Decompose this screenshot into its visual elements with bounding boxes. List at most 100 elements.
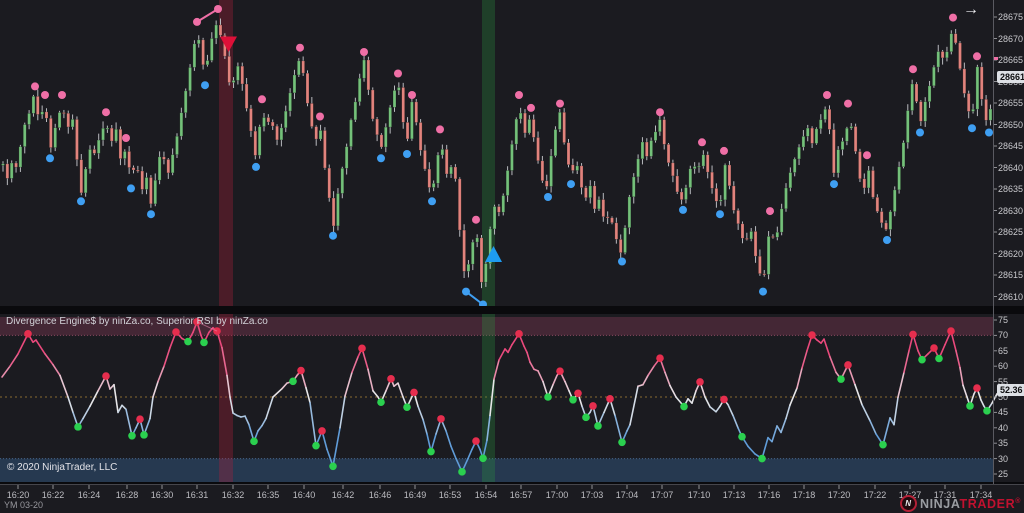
rsi-tick-label: 40 bbox=[998, 422, 1009, 433]
swing-high-dot bbox=[766, 207, 774, 216]
price-tick-label: 28620 bbox=[998, 248, 1024, 259]
price-tick-label: 28625 bbox=[998, 227, 1024, 237]
rsi-tick-label: 35 bbox=[998, 438, 1009, 449]
chart-canvas[interactable] bbox=[0, 0, 1024, 513]
rsi-peak-dot bbox=[808, 331, 816, 339]
swing-high-dot bbox=[408, 91, 416, 99]
time-tick-label: 17:13 bbox=[722, 490, 746, 500]
logo-text-ninja: NINJA bbox=[919, 496, 960, 511]
current-price-badge: 28661 bbox=[997, 71, 1024, 83]
swing-low-dot bbox=[985, 128, 993, 137]
rsi-peak-dot bbox=[387, 375, 395, 383]
swing-low-dot bbox=[201, 81, 209, 90]
rsi-trough-dot bbox=[738, 432, 746, 441]
swing-low-dot bbox=[77, 197, 85, 206]
rsi-peak-dot bbox=[172, 328, 180, 336]
rsi-peak-dot bbox=[24, 330, 32, 338]
time-tick-label: 16:20 bbox=[6, 490, 30, 500]
rsi-trough-dot bbox=[879, 440, 887, 449]
price-tick-label: 28640 bbox=[998, 162, 1024, 173]
swing-high-dot bbox=[360, 48, 368, 56]
swing-low-dot bbox=[679, 205, 687, 214]
time-tick-label: 16:49 bbox=[403, 490, 427, 500]
rsi-trough-dot bbox=[289, 377, 297, 386]
time-tick-label: 16:40 bbox=[292, 490, 316, 500]
rsi-peak-dot bbox=[410, 388, 418, 397]
rsi-trough-dot bbox=[837, 375, 845, 383]
rsi-peak-dot bbox=[556, 367, 564, 375]
price-tick-label: 28670 bbox=[998, 33, 1024, 44]
swing-low-dot bbox=[46, 154, 54, 163]
time-tick-label: 17:03 bbox=[580, 490, 604, 500]
logo-registered-mark: ® bbox=[1015, 497, 1021, 505]
rsi-trough-dot bbox=[250, 437, 258, 446]
swing-low-dot bbox=[618, 257, 626, 266]
time-tick-label: 17:16 bbox=[757, 490, 781, 500]
ninjatrader-chart-window: Divergence Engine$ by ninZa.co, Superior… bbox=[0, 0, 1024, 513]
swing-high-dot bbox=[436, 125, 444, 134]
rsi-trough-dot bbox=[594, 422, 602, 430]
time-tick-label: 16:30 bbox=[150, 490, 174, 500]
swing-high-dot bbox=[515, 91, 523, 99]
swing-high-dot bbox=[316, 112, 324, 121]
rsi-peak-dot bbox=[947, 327, 955, 335]
price-tick-label: 28650 bbox=[998, 119, 1024, 130]
copyright-label: © 2020 NinjaTrader, LLC bbox=[7, 462, 118, 473]
bearish-divergence-line bbox=[196, 8, 219, 23]
time-tick-label: 16:28 bbox=[115, 490, 139, 500]
time-tick-label: 17:20 bbox=[827, 490, 851, 500]
rsi-bottom-divider bbox=[0, 482, 1024, 484]
time-tick-label: 17:18 bbox=[792, 490, 816, 500]
logo-text-trader: TRADER bbox=[959, 496, 1016, 511]
rsi-peak-dot bbox=[930, 344, 938, 352]
time-tick-label: 16:32 bbox=[221, 490, 245, 500]
rsi-trough-dot bbox=[983, 407, 991, 415]
bullish-divergence-line bbox=[465, 290, 484, 306]
rsi-trough-dot bbox=[427, 447, 435, 456]
rsi-trough-dot bbox=[403, 403, 411, 411]
rsi-peak-dot bbox=[515, 330, 523, 338]
price-tick-label: 28655 bbox=[998, 98, 1024, 108]
time-tick-label: 17:10 bbox=[687, 490, 711, 500]
swing-low-dot bbox=[759, 287, 767, 296]
current-rsi-badge: 52.36 bbox=[997, 384, 1024, 396]
swing-low-dot bbox=[377, 154, 385, 163]
rsi-peak-dot bbox=[696, 378, 704, 386]
time-tick-label: 16:31 bbox=[185, 490, 209, 500]
rsi-peak-dot bbox=[589, 402, 597, 410]
price-tick-label: 28645 bbox=[998, 141, 1024, 151]
rsi-tick-label: 30 bbox=[998, 453, 1009, 464]
rsi-tick-label: 65 bbox=[998, 345, 1009, 356]
panel-divider[interactable] bbox=[0, 306, 1024, 314]
rsi-tick-label: 75 bbox=[998, 315, 1009, 325]
swing-low-dot bbox=[147, 210, 155, 219]
rsi-peak-dot bbox=[437, 415, 445, 423]
swing-high-dot bbox=[973, 52, 981, 61]
swing-high-dot bbox=[909, 65, 917, 74]
swing-high-dot bbox=[863, 151, 871, 160]
time-tick-label: 16:54 bbox=[474, 490, 498, 500]
rsi-trough-dot bbox=[680, 402, 688, 411]
rsi-trough-dot bbox=[184, 337, 192, 346]
price-tick-label: 28635 bbox=[998, 184, 1024, 194]
price-tick-label: 28675 bbox=[998, 12, 1024, 22]
rsi-trough-dot bbox=[618, 438, 626, 447]
time-tick-label: 17:04 bbox=[615, 490, 639, 500]
rsi-trough-dot bbox=[758, 454, 766, 463]
swing-low-dot bbox=[716, 210, 724, 219]
swing-low-dot bbox=[329, 231, 337, 240]
rsi-peak-dot bbox=[574, 389, 582, 398]
price-tick-label: 28615 bbox=[998, 270, 1024, 280]
rsi-tick-label: 45 bbox=[998, 407, 1009, 418]
swing-low-dot bbox=[544, 193, 552, 201]
go-to-latest-arrow-icon[interactable]: → bbox=[963, 1, 979, 19]
swing-high-dot bbox=[698, 138, 706, 147]
swing-high-dot bbox=[527, 103, 535, 112]
time-tick-label: 17:07 bbox=[650, 490, 674, 500]
rsi-peak-dot bbox=[720, 395, 728, 404]
price-tick-label: 28665 bbox=[998, 55, 1024, 65]
rsi-trough-dot bbox=[312, 441, 320, 450]
rsi-trough-dot bbox=[582, 413, 590, 422]
rsi-trough-dot bbox=[918, 355, 926, 364]
rsi-trough-dot bbox=[200, 338, 208, 347]
